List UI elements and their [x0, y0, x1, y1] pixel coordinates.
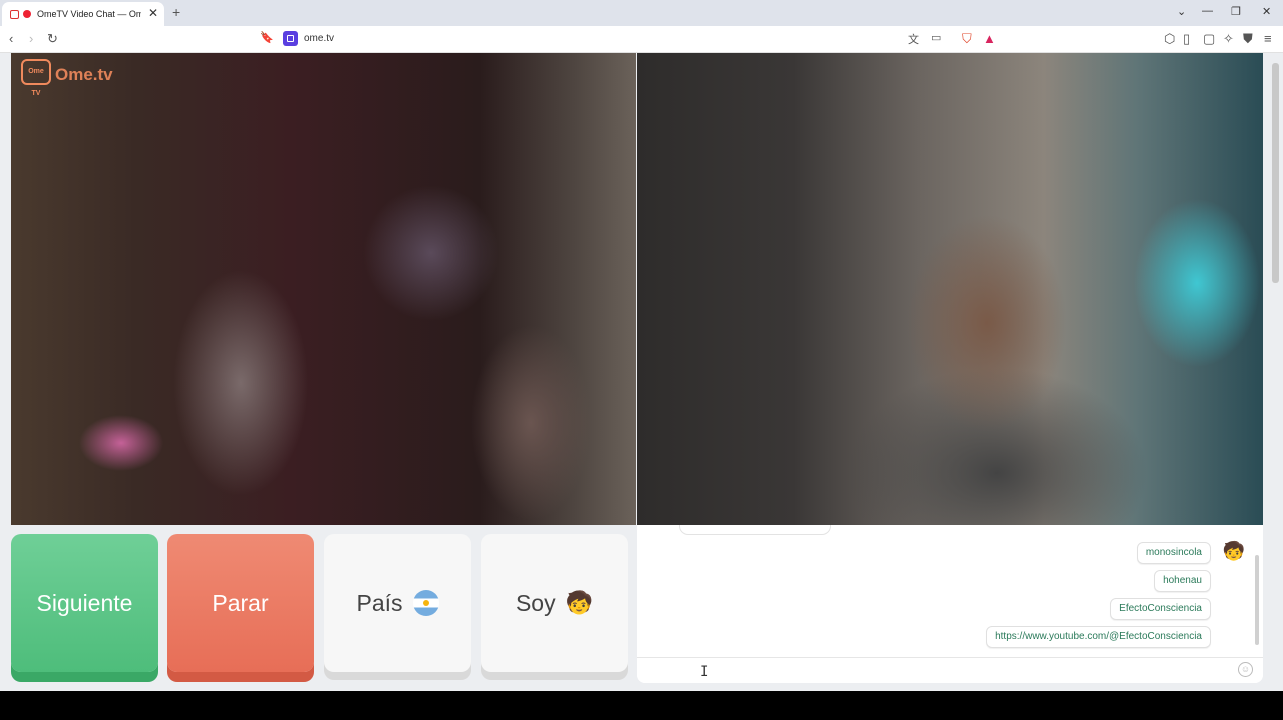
boy-emoji-icon: 🧒 — [565, 590, 594, 615]
reload-icon[interactable]: ↻ — [47, 31, 58, 47]
sidebar-icon[interactable]: ▯ — [1183, 31, 1190, 47]
cast-icon[interactable]: ▭ — [931, 31, 941, 44]
next-button-label: Siguiente — [36, 589, 133, 616]
recording-icon — [23, 10, 31, 18]
ometv-logo-icon: Ome TV — [21, 59, 51, 97]
maximize-button[interactable]: ❐ — [1231, 5, 1241, 18]
translate-icon[interactable]: 文 — [908, 31, 919, 47]
window-close-button[interactable]: ✕ — [1262, 5, 1271, 18]
extensions-icon[interactable]: ⬡ — [1164, 31, 1175, 47]
chat-message: hohenau — [1154, 570, 1211, 592]
address-bar[interactable]: ome.tv — [304, 33, 334, 44]
browser-tab-bar: OmeTV Video Chat — Omeg ✕ + ⌄ — ❐ ✕ — [0, 0, 1283, 26]
stop-button-label: Parar — [212, 589, 269, 616]
stranger-video: Ome TV Ome.tv — [11, 53, 636, 525]
tab-search-icon[interactable]: ⌄ — [1177, 5, 1186, 18]
minimize-button[interactable]: — — [1202, 5, 1213, 17]
site-video-icon — [283, 31, 298, 46]
next-button[interactable]: Siguiente — [11, 534, 158, 672]
forward-icon[interactable]: › — [29, 31, 33, 46]
browser-toolbar: ‹ › ↻ 🔖 ome.tv 文 ▭ ⛉ ▲ ⬡ ▯ ▢ ✧ ⛊ ≡ — [0, 26, 1283, 53]
country-button[interactable]: País — [324, 534, 471, 672]
page-scrollbar[interactable] — [1272, 63, 1279, 283]
chat-message-partial — [679, 525, 831, 535]
chat-input[interactable] — [647, 658, 1231, 683]
gender-button-label: Soy — [515, 589, 556, 616]
tab-close-icon[interactable]: ✕ — [148, 6, 158, 20]
rewards-icon[interactable]: ▲ — [983, 31, 996, 46]
wallet-icon[interactable]: ▢ — [1203, 31, 1215, 47]
stop-button[interactable]: Parar — [167, 534, 314, 672]
back-icon[interactable]: ‹ — [9, 31, 13, 46]
chat-scrollbar[interactable] — [1255, 555, 1259, 645]
self-video — [637, 53, 1263, 525]
chat-message: EfectoConsciencia — [1110, 598, 1211, 620]
gender-button[interactable]: Soy 🧒 — [481, 534, 628, 672]
shield-icon[interactable]: ⛉ — [962, 31, 972, 47]
emoji-icon[interactable]: ☺ — [1238, 662, 1253, 677]
bookmark-icon[interactable]: 🔖 — [260, 31, 274, 44]
ometv-watermark: Ome.tv — [55, 65, 113, 84]
chat-avatar-icon: 🧒 — [1222, 541, 1245, 561]
tab-title: OmeTV Video Chat — Omeg — [37, 9, 141, 19]
vpn-icon[interactable]: ⛊ — [1243, 31, 1253, 47]
new-tab-button[interactable]: + — [172, 4, 180, 20]
menu-icon[interactable]: ≡ — [1264, 31, 1272, 46]
text-cursor-icon: I — [700, 664, 709, 680]
leo-icon[interactable]: ✧ — [1223, 31, 1234, 47]
argentina-flag-icon — [412, 590, 439, 616]
chat-message-link[interactable]: https://www.youtube.com/@EfectoConscienc… — [986, 626, 1211, 648]
tv-icon — [10, 9, 19, 19]
ometv-page: Ome TV Ome.tv Siguiente Parar País Soy 🧒… — [0, 53, 1283, 691]
country-button-label: País — [356, 589, 403, 616]
chat-message: monosincola — [1136, 542, 1211, 564]
chat-panel: monosincola 🧒 hohenau EfectoConsciencia … — [637, 525, 1263, 683]
chat-input-area: ☺ — [637, 657, 1263, 683]
browser-tab-ometv[interactable]: OmeTV Video Chat — Omeg ✕ — [2, 2, 164, 26]
